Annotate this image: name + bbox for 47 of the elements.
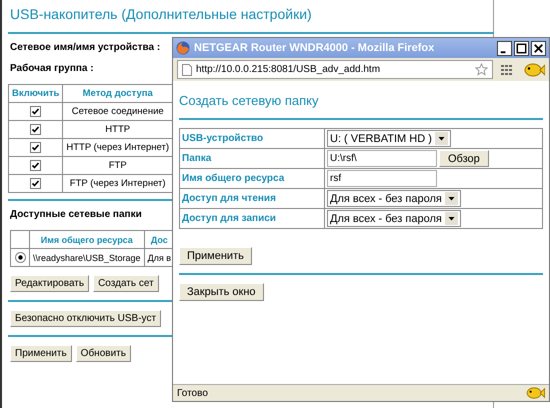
input-field[interactable]: U:\rsf\ [327,150,437,167]
checkbox[interactable] [30,160,42,171]
checkbox[interactable] [30,178,42,189]
checkbox[interactable] [30,124,42,135]
star-icon[interactable] [475,63,488,76]
status-text: Готово [177,388,208,398]
page-button[interactable]: Редактировать [10,275,90,292]
maximize-icon[interactable] [514,40,529,56]
form-label: Папка [180,148,324,168]
field-label: Рабочая группа : [10,63,94,74]
close-window-button[interactable]: Закрыть окно [179,283,264,301]
fish-icon[interactable] [523,62,545,78]
page-icon [182,64,192,76]
grid-icon[interactable] [501,64,515,74]
fish-icon [525,386,545,400]
checkbox[interactable] [30,106,42,117]
form-label: USB-устройство [180,128,324,148]
caret-icon [434,132,448,145]
caret-icon [444,212,458,225]
table-cell: \\readyshare\USB_Storage [30,248,144,266]
page-button[interactable]: Создать сет [93,275,159,292]
form-label: Доступ для записи [180,208,324,228]
dropdown[interactable]: Для всех - без пароля [327,210,461,227]
browse-button[interactable]: Обзор [439,150,489,167]
form-label: Доступ для чтения [180,188,324,208]
page-button[interactable]: Применить [10,345,72,362]
page-button[interactable]: Обновить [76,345,131,362]
minimize-icon[interactable] [497,40,512,56]
browser-logo-icon [176,41,190,55]
radio-button[interactable] [14,252,26,263]
input-field[interactable]: rsf [327,170,437,187]
field-label: Сетевое имя/имя устройства : [10,42,160,53]
dropdown[interactable]: U: ( VERBATIM HD ) [327,130,451,147]
page-button[interactable]: Безопасно отключить USB-уст [10,310,162,327]
caret-icon [444,192,458,205]
page-heading: Создать сетевую папку [179,93,320,108]
column-header: Включить [8,84,63,102]
checkbox[interactable] [30,142,42,153]
apply-button[interactable]: Применить [179,247,252,265]
dropdown[interactable]: Для всех - без пароля [327,190,461,207]
close-icon[interactable] [531,40,546,56]
page-title: USB-накопитель (Дополнительные настройки) [10,6,313,22]
form-label: Имя общего ресурса [180,168,324,188]
address-field[interactable]: http://10.0.0.215:8081/USB_adv_add.htm [177,60,493,79]
section-heading: Доступные сетевые папки [10,209,142,220]
column-header: Имя общего ресурса [30,230,144,248]
window-title: NETGEAR Router WNDR4000 - Mozilla Firefox [194,42,436,54]
